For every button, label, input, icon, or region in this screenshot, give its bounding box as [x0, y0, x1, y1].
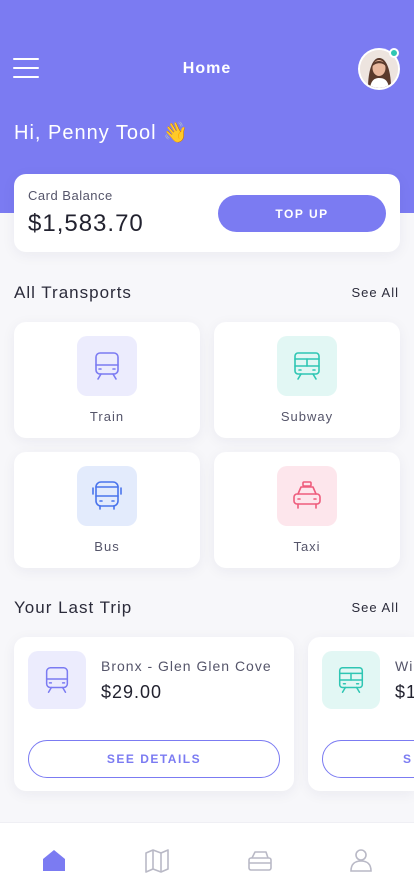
map-icon	[145, 849, 169, 873]
bus-icon	[77, 466, 137, 526]
transport-label-subway: Subway	[280, 409, 334, 424]
trip-route: Bronx - Glen Glen Cove	[101, 658, 272, 674]
trip-price: $1	[395, 682, 414, 702]
transport-tile-subway[interactable]: Subway	[214, 322, 400, 438]
transport-tile-bus[interactable]: Bus	[14, 452, 200, 568]
transport-tile-taxi[interactable]: Taxi	[214, 452, 400, 568]
balance-card: Card Balance $1,583.70 TOP UP	[14, 174, 400, 252]
transport-tile-train[interactable]: Train	[14, 322, 200, 438]
see-details-button[interactable]: SEE DETAILS	[28, 740, 280, 778]
greeting: Hi, Penny Tool 👋	[14, 122, 190, 144]
transport-label-train: Train	[89, 409, 125, 424]
last-trip-title: Your Last Trip	[14, 598, 133, 617]
see-details-button[interactable]: S	[322, 740, 414, 778]
balance-label: Card Balance	[28, 188, 113, 203]
tab-profile[interactable]	[346, 845, 376, 875]
wallet-icon	[248, 851, 272, 871]
subway-icon	[322, 651, 380, 709]
trip-card[interactable]: Bronx - Glen Glen Cove $29.00 SEE DETAIL…	[14, 637, 294, 791]
transports-see-all-link[interactable]: See All	[352, 285, 399, 300]
tab-home[interactable]	[39, 845, 69, 875]
home-icon	[43, 850, 65, 871]
trip-price: $29.00	[101, 682, 163, 702]
tab-map[interactable]	[142, 845, 172, 875]
trip-card[interactable]: Wi $1 S	[308, 637, 414, 791]
transport-label-taxi: Taxi	[293, 539, 321, 554]
taxi-icon	[277, 466, 337, 526]
page-title: Home	[182, 60, 232, 77]
bottom-tab-bar	[0, 822, 414, 896]
online-status-dot	[389, 48, 399, 58]
top-up-button[interactable]: TOP UP	[218, 195, 386, 232]
last-trip-see-all-link[interactable]: See All	[352, 600, 399, 615]
balance-amount: $1,583.70	[28, 210, 144, 237]
train-icon	[77, 336, 137, 396]
transports-title: All Transports	[14, 283, 132, 302]
tab-wallet[interactable]	[245, 845, 275, 875]
transport-label-bus: Bus	[94, 539, 120, 554]
trip-route: Wi	[395, 658, 414, 674]
subway-icon	[277, 336, 337, 396]
train-icon	[28, 651, 86, 709]
profile-icon	[350, 849, 372, 872]
